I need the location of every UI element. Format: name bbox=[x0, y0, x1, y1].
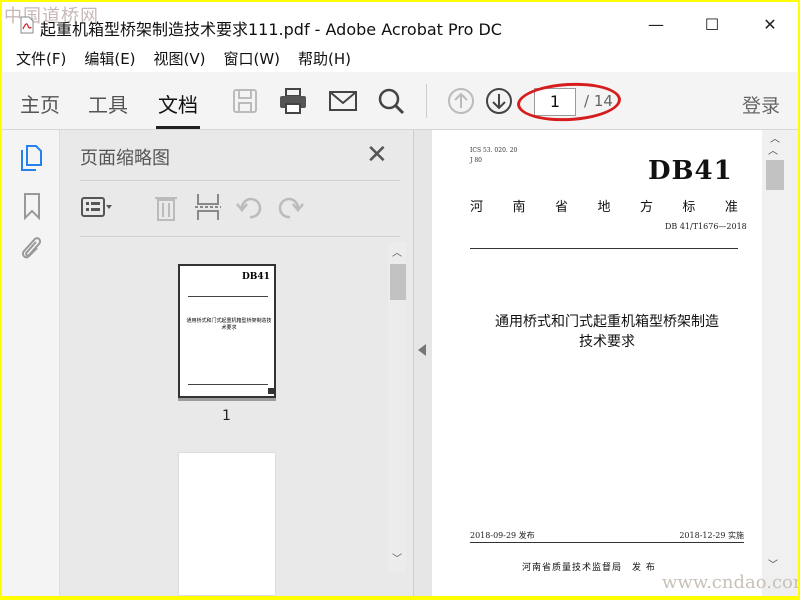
save-icon[interactable] bbox=[230, 86, 260, 116]
thumbnail-code: DB41 bbox=[242, 272, 270, 282]
collapse-arrow-icon[interactable] bbox=[418, 344, 426, 356]
options-menu-icon[interactable] bbox=[80, 192, 112, 222]
standard-number: DB 41/T1676—2018 bbox=[665, 222, 747, 231]
thumbnail-page-number: 1 bbox=[222, 408, 231, 424]
menu-help[interactable]: 帮助(H) bbox=[298, 44, 351, 72]
ics-code: ICS 53. 020. 20 J 80 bbox=[470, 146, 517, 166]
page-thumbnails-icon[interactable] bbox=[18, 144, 44, 172]
header-rule bbox=[470, 248, 738, 249]
classification-text: J 80 bbox=[470, 157, 482, 164]
close-button[interactable]: ✕ bbox=[758, 12, 782, 36]
title-bar: 中国道桥网 起重机箱型桥架制造技术要求111.pdf - Adobe Acrob… bbox=[2, 2, 798, 44]
menu-view[interactable]: 视图(V) bbox=[154, 44, 206, 72]
standard-type-char: 南 bbox=[512, 200, 526, 215]
search-icon[interactable] bbox=[376, 86, 406, 116]
divider bbox=[80, 180, 400, 181]
menu-window[interactable]: 窗口(W) bbox=[224, 44, 281, 72]
thumbnail-rule bbox=[188, 384, 268, 385]
email-icon[interactable] bbox=[328, 86, 358, 116]
pdf-file-icon bbox=[20, 16, 34, 34]
thumbnail-marker bbox=[268, 388, 274, 394]
document-scrollbar-thumb[interactable] bbox=[766, 160, 784, 190]
standard-type-char: 方 bbox=[639, 200, 653, 215]
document-view: ICS 53. 020. 20 J 80 DB41 河 南 省 地 方 标 准 … bbox=[432, 130, 762, 596]
page-thumbnail-1[interactable]: DB41 通用桥式和门式起重机箱型桥架制造技术要求 bbox=[178, 264, 276, 398]
scroll-top-icon[interactable]: ︿ bbox=[766, 130, 784, 145]
menu-file[interactable]: 文件(F) bbox=[16, 44, 66, 72]
tab-tools[interactable]: 工具 bbox=[88, 89, 128, 118]
maximize-button[interactable]: ☐ bbox=[700, 12, 724, 36]
scroll-down-icon[interactable]: ﹀ bbox=[768, 556, 778, 571]
attachment-icon[interactable] bbox=[18, 234, 44, 262]
issue-date: 2018-09-29 发布 bbox=[470, 531, 535, 540]
bookmark-icon[interactable] bbox=[22, 192, 42, 220]
rotate-clockwise-icon[interactable] bbox=[274, 192, 306, 222]
navigation-pane bbox=[2, 130, 60, 596]
standard-type-char: 省 bbox=[554, 200, 568, 215]
standard-code: DB41 bbox=[648, 156, 733, 186]
standard-type: 河 南 省 地 方 标 准 bbox=[470, 196, 738, 215]
publisher: 河南省质量技术监督局 发 布 bbox=[522, 563, 656, 573]
document-title: 通用桥式和门式起重机箱型桥架制造 技术要求 bbox=[452, 312, 762, 352]
footer-rule bbox=[470, 542, 744, 543]
thumbnail-rule bbox=[188, 296, 268, 297]
page-thumbnail-2[interactable] bbox=[178, 452, 276, 596]
toolbar-separator bbox=[426, 84, 427, 118]
implement-date: 2018-12-29 实施 bbox=[679, 531, 744, 540]
thumbnail-title: 通用桥式和门式起重机箱型桥架制造技术要求 bbox=[186, 318, 272, 331]
scroll-up-icon[interactable]: ︿ bbox=[392, 244, 402, 259]
standard-type-char: 河 bbox=[470, 200, 484, 215]
page-thumbnails-panel: 页面缩略图 ✕ ︿ ﹀ DB41 通用桥式和门式起重机箱型桥架制造技术要求 1 bbox=[60, 130, 414, 596]
menu-edit[interactable]: 编辑(E) bbox=[84, 44, 135, 72]
menu-bar: 文件(F) 编辑(E) 视图(V) 窗口(W) 帮助(H) bbox=[2, 44, 798, 72]
toolbar: 主页 工具 文档 1 / 14 登录 bbox=[2, 72, 798, 130]
delete-icon[interactable] bbox=[150, 192, 182, 222]
document-scrollbar[interactable]: ︿ ﹀ bbox=[762, 130, 798, 596]
rotate-counterclockwise-icon[interactable] bbox=[234, 192, 266, 222]
panel-collapse-strip[interactable] bbox=[414, 130, 432, 596]
dates-row: 2018-09-29 发布 2018-12-29 实施 bbox=[470, 530, 744, 541]
divider bbox=[80, 236, 400, 237]
document-page: ICS 53. 020. 20 J 80 DB41 河 南 省 地 方 标 准 … bbox=[432, 130, 762, 596]
standard-type-char: 标 bbox=[682, 200, 696, 215]
active-tab-indicator bbox=[156, 126, 200, 129]
standard-type-char: 地 bbox=[597, 200, 611, 215]
thumbnail-scrollbar-thumb[interactable] bbox=[390, 264, 406, 300]
ics-text: ICS 53. 020. 20 bbox=[470, 147, 518, 154]
print-icon[interactable] bbox=[278, 86, 308, 116]
tab-home[interactable]: 主页 bbox=[20, 89, 60, 118]
highlight-ellipse bbox=[516, 80, 622, 124]
acrobat-window: 中国道桥网 起重机箱型桥架制造技术要求111.pdf - Adobe Acrob… bbox=[2, 2, 798, 596]
watermark-bottom: www.cndao.com bbox=[662, 572, 798, 593]
next-page-icon[interactable] bbox=[484, 86, 514, 116]
minimize-button[interactable]: — bbox=[644, 12, 668, 36]
extract-pages-icon[interactable] bbox=[192, 192, 224, 222]
tab-document[interactable]: 文档 bbox=[158, 89, 198, 118]
scroll-down-icon[interactable]: ﹀ bbox=[392, 550, 402, 565]
previous-page-icon[interactable] bbox=[446, 86, 476, 116]
title-line-1: 通用桥式和门式起重机箱型桥架制造 bbox=[495, 314, 719, 330]
window-title: 起重机箱型桥架制造技术要求111.pdf - Adobe Acrobat Pro… bbox=[40, 20, 502, 39]
login-button[interactable]: 登录 bbox=[742, 91, 780, 118]
panel-title: 页面缩略图 bbox=[80, 148, 170, 169]
title-line-2: 技术要求 bbox=[579, 334, 635, 350]
panel-close-icon[interactable]: ✕ bbox=[366, 140, 388, 170]
standard-type-char: 准 bbox=[724, 200, 738, 215]
